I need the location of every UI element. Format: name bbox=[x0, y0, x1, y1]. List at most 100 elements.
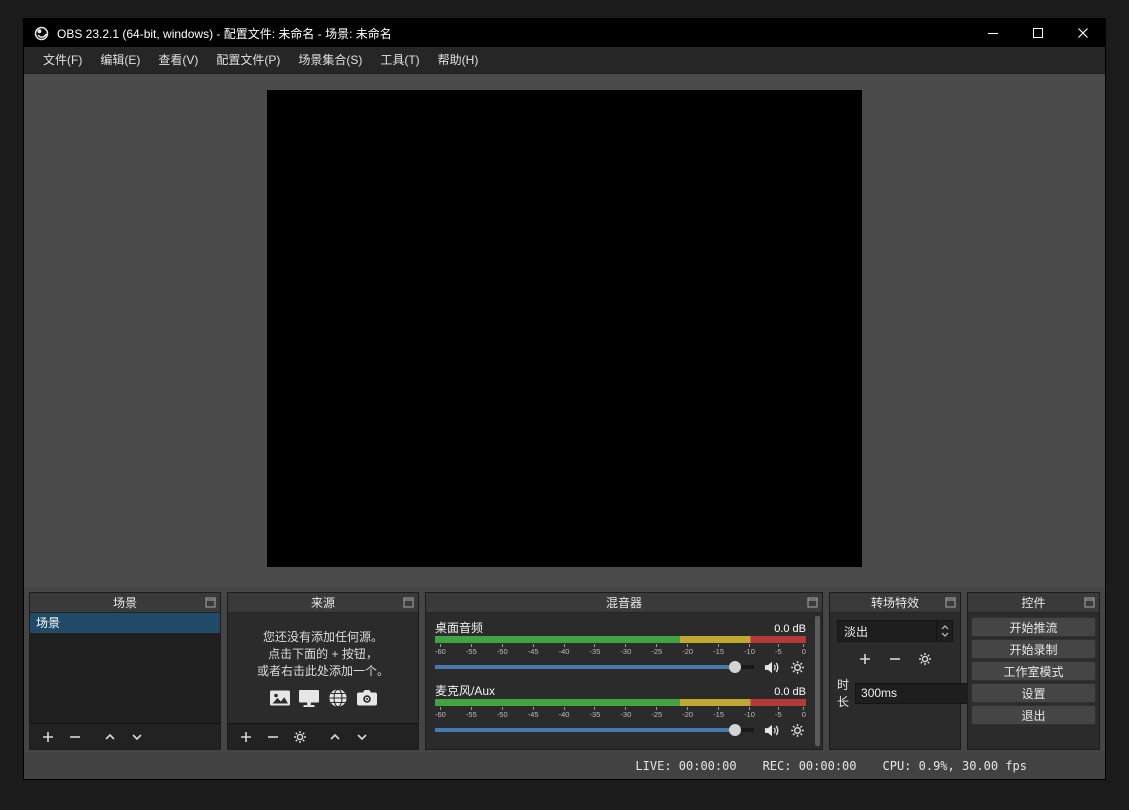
source-down-button[interactable] bbox=[355, 730, 369, 744]
dock-float-icon[interactable] bbox=[403, 597, 414, 608]
menu-item-file[interactable]: 文件(F) bbox=[34, 47, 91, 73]
start-recording-button[interactable]: 开始录制 bbox=[971, 639, 1096, 659]
meter-scale: -60-55-50-45-40-35-30-25-20-15-10-50 bbox=[435, 644, 806, 656]
dock-float-icon[interactable] bbox=[205, 597, 216, 608]
transitions-body: 淡出 bbox=[830, 613, 960, 749]
duration-row: 时长 bbox=[837, 676, 953, 710]
volume-slider[interactable] bbox=[435, 722, 754, 738]
volume-slider[interactable] bbox=[435, 659, 754, 675]
add-source-button[interactable] bbox=[239, 730, 253, 744]
source-type-icons bbox=[269, 688, 378, 708]
menu-item-help[interactable]: 帮助(H) bbox=[429, 47, 488, 73]
source-up-button[interactable] bbox=[328, 730, 342, 744]
minimize-button[interactable] bbox=[970, 19, 1015, 47]
dock-float-icon[interactable] bbox=[1084, 597, 1095, 608]
mixer-scrollbar[interactable] bbox=[815, 616, 820, 746]
controls-dock-title: 控件 bbox=[1021, 594, 1045, 611]
preview-area bbox=[24, 74, 1105, 587]
sources-dock-title: 来源 bbox=[311, 594, 335, 611]
sources-dock-header: 来源 bbox=[228, 593, 418, 613]
monitor-icon bbox=[298, 688, 320, 708]
sources-empty-line: 或者右击此处添加一个。 bbox=[257, 663, 389, 680]
sources-empty-line: 点击下面的 + 按钮， bbox=[268, 646, 378, 663]
close-button[interactable] bbox=[1060, 19, 1105, 47]
remove-source-button[interactable] bbox=[266, 730, 280, 744]
studio-mode-button[interactable]: 工作室模式 bbox=[971, 661, 1096, 681]
obs-window: OBS 23.2.1 (64-bit, windows) - 配置文件: 未命名… bbox=[23, 18, 1106, 780]
mixer-dock: 混音器 桌面音频 0.0 dB -60-55-50-45-40-35-30-25… bbox=[425, 592, 823, 750]
menu-item-tools[interactable]: 工具(T) bbox=[371, 47, 428, 73]
scene-up-button[interactable] bbox=[103, 730, 117, 744]
mixer-dock-title: 混音器 bbox=[606, 594, 642, 611]
channel-gear-icon[interactable] bbox=[790, 723, 806, 738]
cpu-fps: CPU: 0.9%, 30.00 fps bbox=[883, 759, 1028, 773]
speaker-icon[interactable] bbox=[764, 660, 780, 675]
mixer-body: 桌面音频 0.0 dB -60-55-50-45-40-35-30-25-20-… bbox=[426, 613, 822, 749]
duration-label: 时长 bbox=[837, 676, 849, 710]
channel-name: 麦克风/Aux bbox=[435, 682, 495, 699]
statusbar: LIVE: 00:00:00 REC: 00:00:00 CPU: 0.9%, … bbox=[24, 752, 1105, 779]
controls-body: 开始推流 开始录制 工作室模式 设置 退出 bbox=[968, 613, 1099, 749]
transitions-dock-header: 转场特效 bbox=[830, 593, 960, 613]
transition-select-spinner[interactable] bbox=[936, 621, 952, 641]
transition-select[interactable]: 淡出 bbox=[837, 620, 953, 642]
source-properties-gear-icon[interactable] bbox=[293, 730, 307, 744]
sources-empty-area[interactable]: 您还没有添加任何源。 点击下面的 + 按钮， 或者右击此处添加一个。 bbox=[228, 613, 418, 723]
speaker-icon[interactable] bbox=[764, 723, 780, 738]
scenes-toolbar bbox=[30, 723, 220, 749]
channel-level: 0.0 dB bbox=[774, 686, 806, 698]
menu-item-profile[interactable]: 配置文件(P) bbox=[207, 47, 289, 73]
transitions-dock: 转场特效 淡出 bbox=[829, 592, 961, 750]
scene-list[interactable]: 场景 bbox=[30, 613, 220, 723]
preview-canvas[interactable] bbox=[267, 90, 862, 567]
mixer-channel-mic-aux: 麦克风/Aux 0.0 dB -60-55-50-45-40-35-30-25-… bbox=[435, 682, 806, 738]
transition-properties-gear-icon[interactable] bbox=[918, 652, 932, 666]
start-streaming-button[interactable]: 开始推流 bbox=[971, 617, 1096, 637]
scenes-dock-header: 场景 bbox=[30, 593, 220, 613]
mixer-channel-desktop-audio: 桌面音频 0.0 dB -60-55-50-45-40-35-30-25-20-… bbox=[435, 619, 806, 675]
mixer-dock-header: 混音器 bbox=[426, 593, 822, 613]
exit-button[interactable]: 退出 bbox=[971, 705, 1096, 725]
rec-time: REC: 00:00:00 bbox=[763, 759, 857, 773]
scene-item[interactable]: 场景 bbox=[30, 613, 220, 633]
scene-down-button[interactable] bbox=[130, 730, 144, 744]
dock-area: 场景 场景 bbox=[24, 587, 1105, 752]
scenes-dock-title: 场景 bbox=[113, 594, 137, 611]
sources-dock: 来源 您还没有添加任何源。 点击下面的 + 按钮， 或者右击此处添加一个。 bbox=[227, 592, 419, 750]
transitions-dock-title: 转场特效 bbox=[871, 594, 919, 611]
window-title: OBS 23.2.1 (64-bit, windows) - 配置文件: 未命名… bbox=[57, 25, 970, 42]
menu-item-view[interactable]: 查看(V) bbox=[149, 47, 207, 73]
volume-slider-handle[interactable] bbox=[729, 661, 741, 673]
transition-tools bbox=[837, 652, 953, 666]
dock-float-icon[interactable] bbox=[807, 597, 818, 608]
volume-slider-handle[interactable] bbox=[729, 724, 741, 736]
titlebar[interactable]: OBS 23.2.1 (64-bit, windows) - 配置文件: 未命名… bbox=[24, 19, 1105, 47]
channel-level: 0.0 dB bbox=[774, 623, 806, 635]
live-time: LIVE: 00:00:00 bbox=[635, 759, 736, 773]
menu-item-scene-collection[interactable]: 场景集合(S) bbox=[289, 47, 371, 73]
add-scene-button[interactable] bbox=[41, 730, 55, 744]
scenes-dock: 场景 场景 bbox=[29, 592, 221, 750]
channel-gear-icon[interactable] bbox=[790, 660, 806, 675]
remove-scene-button[interactable] bbox=[68, 730, 82, 744]
obs-logo-icon bbox=[34, 26, 49, 41]
remove-transition-button[interactable] bbox=[888, 652, 902, 666]
controls-dock-header: 控件 bbox=[968, 593, 1099, 613]
image-icon bbox=[269, 688, 291, 708]
window-controls bbox=[970, 19, 1105, 47]
menu-item-edit[interactable]: 编辑(E) bbox=[91, 47, 149, 73]
volume-meter bbox=[435, 636, 806, 643]
camera-icon bbox=[356, 688, 378, 708]
volume-meter bbox=[435, 699, 806, 706]
menubar: 文件(F) 编辑(E) 查看(V) 配置文件(P) 场景集合(S) 工具(T) … bbox=[24, 47, 1105, 74]
add-transition-button[interactable] bbox=[858, 652, 872, 666]
sources-empty-line: 您还没有添加任何源。 bbox=[263, 629, 383, 646]
meter-scale: -60-55-50-45-40-35-30-25-20-15-10-50 bbox=[435, 707, 806, 719]
maximize-button[interactable] bbox=[1015, 19, 1060, 47]
settings-button[interactable]: 设置 bbox=[971, 683, 1096, 703]
dock-float-icon[interactable] bbox=[945, 597, 956, 608]
globe-icon bbox=[327, 688, 349, 708]
controls-dock: 控件 开始推流 开始录制 工作室模式 设置 退出 bbox=[967, 592, 1100, 750]
sources-toolbar bbox=[228, 723, 418, 749]
channel-name: 桌面音频 bbox=[435, 619, 483, 636]
